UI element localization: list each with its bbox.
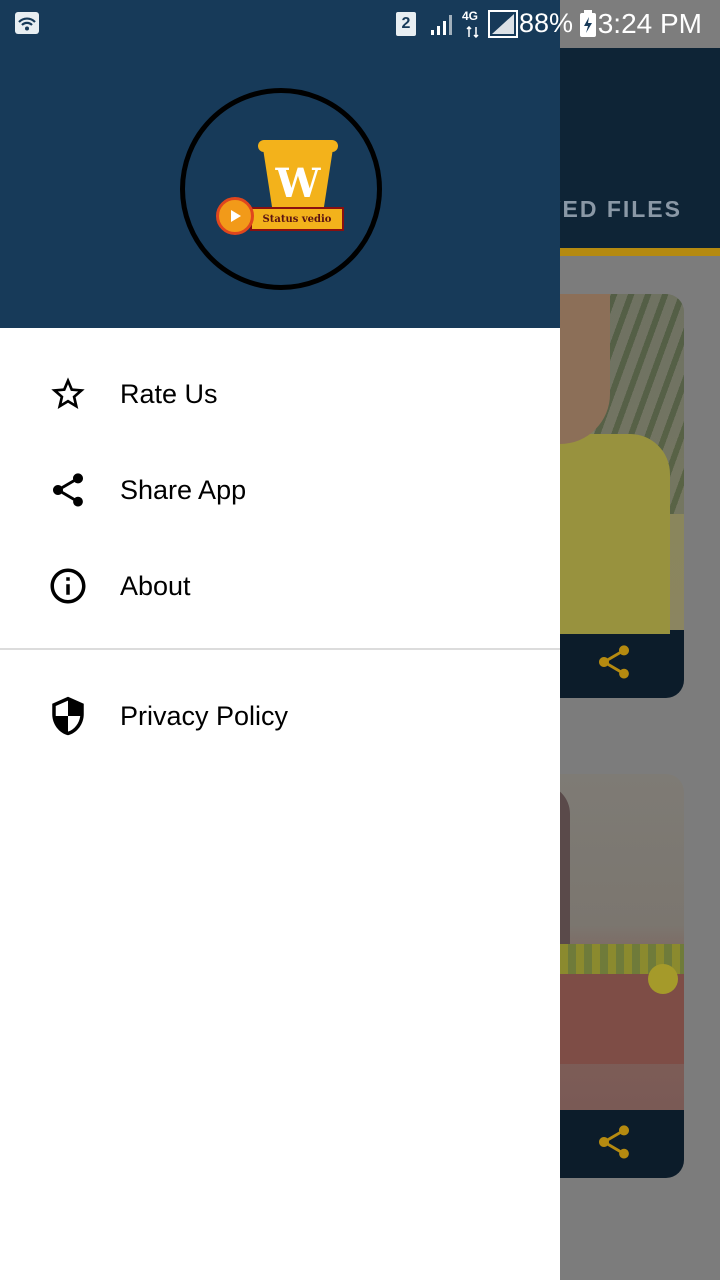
menu-divider [0,648,560,650]
share-icon[interactable] [594,1122,634,1167]
logo-banner: Status vedio [250,207,344,231]
clock: 3:24 PM [597,8,702,39]
status-bar: 2 4G 88% 3:24 PM [0,0,720,48]
data-arrows-icon [466,25,480,43]
network-type: 4G [462,9,479,23]
logo-letter: W [275,160,321,207]
cell-signal-icon [488,10,518,43]
info-icon [46,564,90,608]
signal-icon [430,12,456,41]
menu-label: About [120,570,191,601]
star-outline-icon [46,372,90,416]
play-icon [216,197,254,235]
battery-percent: 88% [518,8,573,38]
share-icon [46,468,90,512]
tab-saved-files[interactable]: VED FILES [545,196,682,223]
sim-slot-badge: 2 [396,12,416,36]
menu-item-rate-us[interactable]: Rate Us [0,346,560,442]
shield-icon [46,694,90,738]
menu-label: Share App [120,474,247,505]
share-icon[interactable] [594,642,634,687]
battery-charging-icon [579,10,597,43]
menu-item-share-app[interactable]: Share App [0,442,560,538]
menu-item-privacy-policy[interactable]: Privacy Policy [0,668,560,764]
menu-label: Privacy Policy [120,700,289,731]
wifi-icon [14,11,40,40]
menu-label: Rate Us [120,378,218,409]
menu-item-about[interactable]: About [0,538,560,634]
navigation-drawer: W Status vedio Rate Us Share App About P… [0,0,560,1280]
drawer-header: W Status vedio [0,0,560,328]
